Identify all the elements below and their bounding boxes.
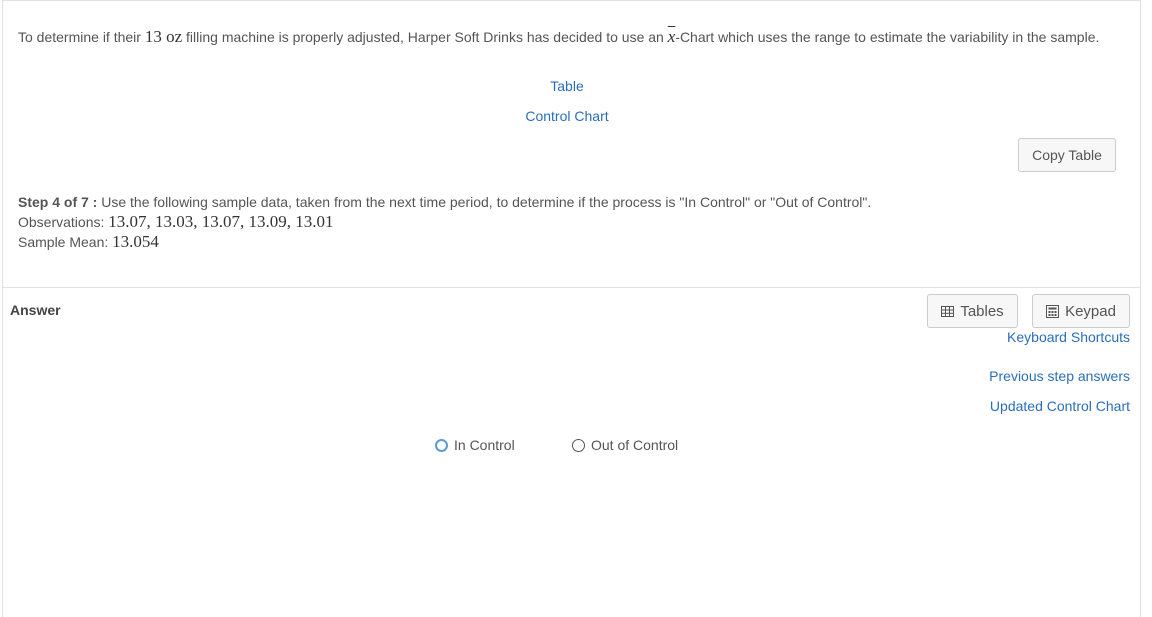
keypad-button-label: Keypad <box>1065 302 1116 320</box>
observations-label: Observations: <box>18 214 105 230</box>
table-icon <box>941 305 955 317</box>
copy-table-button[interactable]: Copy Table <box>1018 138 1116 172</box>
intro-middle: filling machine is properly adjusted, Ha… <box>186 29 664 45</box>
question-panel: To determine if their 13 oz filling mach… <box>3 1 1140 288</box>
tables-button-label: Tables <box>960 302 1004 320</box>
answer-label: Answer <box>10 302 61 318</box>
previous-step-answers-link[interactable]: Previous step answers <box>989 368 1130 384</box>
radio-in-control-label: In Control <box>454 437 515 453</box>
sample-mean-label: Sample Mean: <box>18 234 109 250</box>
fill-amount: 13 oz <box>144 27 183 46</box>
question-text: To determine if their 13 oz filling mach… <box>18 27 1118 47</box>
table-link[interactable]: Table <box>3 78 1131 94</box>
step-instructions: Use the following sample data, taken fro… <box>101 194 872 210</box>
control-chart-link[interactable]: Control Chart <box>3 108 1131 124</box>
updated-control-chart-link[interactable]: Updated Control Chart <box>990 398 1130 414</box>
step-label: Step 4 of 7 : <box>18 194 98 210</box>
radio-out-of-control-label: Out of Control <box>591 437 679 453</box>
sample-mean-value: 13.054 <box>112 232 159 251</box>
radio-in-control[interactable]: In Control <box>435 437 515 453</box>
calculator-icon <box>1046 304 1060 318</box>
step-section: Step 4 of 7 : Use the following sample d… <box>18 192 871 252</box>
keyboard-shortcuts-link[interactable]: Keyboard Shortcuts <box>1007 329 1130 345</box>
observations-value: 13.07, 13.03, 13.07, 13.09, 13.01 <box>108 212 334 231</box>
radio-out-of-control[interactable]: Out of Control <box>572 437 678 453</box>
keypad-button[interactable]: Keypad <box>1032 294 1130 328</box>
intro-after: -Chart which uses the range to estimate … <box>675 29 1100 45</box>
radio-button[interactable] <box>572 438 585 452</box>
radio-button[interactable] <box>435 438 448 452</box>
intro-before: To determine if their <box>18 29 141 45</box>
tables-button[interactable]: Tables <box>927 294 1018 328</box>
